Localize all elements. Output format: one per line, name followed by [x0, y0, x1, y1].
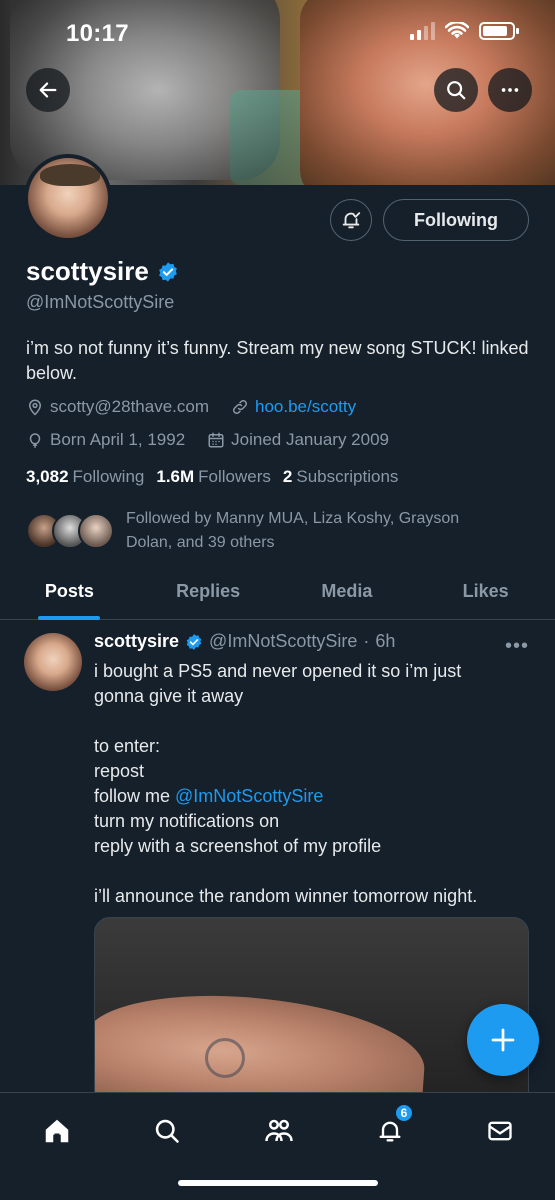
birthday-text: Born April 1, 1992: [50, 430, 186, 449]
home-indicator: [178, 1180, 378, 1186]
home-icon: [45, 1119, 69, 1143]
location-pin-icon: [28, 399, 42, 416]
calendar-icon: [208, 432, 224, 448]
followers-count: 1.6M: [156, 467, 195, 486]
following-button[interactable]: Following: [383, 199, 529, 241]
following-count: 3,082: [26, 467, 69, 486]
arrow-left-icon: [39, 82, 57, 98]
profile-stats: 3,082 Following 1.6M Followers 2 Subscripti…: [26, 467, 398, 487]
birthday-item: Born April 1, 1992: [26, 430, 185, 450]
post-text: i bought a PS5 and never opened it so i’…: [94, 659, 534, 909]
post-line: to enter:: [94, 736, 161, 756]
post-avatar[interactable]: [24, 633, 82, 691]
mail-icon: [488, 1121, 512, 1141]
nav-notifications[interactable]: 6: [368, 1103, 414, 1153]
followers-stat[interactable]: 1.6M Followers: [156, 467, 271, 487]
tab-likes[interactable]: Likes: [416, 566, 555, 619]
profile-bio: i’m so not funny it’s funny. Stream my n…: [26, 338, 529, 383]
profile-tabs: Posts Replies Media Likes: [0, 566, 555, 620]
bell-check-icon: [342, 212, 361, 229]
email-text: scotty@28thave.com: [50, 397, 209, 416]
nav-messages[interactable]: [478, 1109, 522, 1153]
subscriptions-label: Subscriptions: [296, 467, 399, 486]
link-icon: [232, 399, 248, 415]
joined-text: Joined January 2009: [231, 430, 389, 449]
profile-avatar[interactable]: [24, 154, 112, 242]
followed-by-row[interactable]: Followed by Manny MUA, Liza Koshy, Grays…: [26, 507, 506, 555]
post-line-text: follow me: [94, 786, 176, 806]
profile-display-name: scottysire: [26, 256, 179, 287]
verified-badge-icon[interactable]: [157, 261, 179, 283]
post-author-handle: @ImNotScottySire: [209, 631, 358, 651]
post-line-mention: follow me @ImNotScottySire: [94, 784, 534, 809]
profile-meta-row-2: Born April 1, 1992 Joined January 2009: [26, 430, 389, 450]
status-bar: 10:17: [0, 0, 555, 60]
search-icon: [155, 1119, 179, 1143]
status-time: 10:17: [66, 20, 129, 47]
nav-home[interactable]: [35, 1109, 79, 1153]
status-icons: [410, 22, 519, 40]
tab-replies[interactable]: Replies: [139, 566, 278, 619]
post-line: turn my notifications on: [94, 811, 280, 831]
media-tattoo-shape: [205, 1038, 245, 1078]
subscriptions-stat[interactable]: 2 Subscriptions: [283, 467, 399, 487]
joined-item: Joined January 2009: [207, 430, 389, 450]
mutual-avatars: [26, 513, 114, 549]
notifications-toggle-button[interactable]: [330, 199, 372, 241]
followers-label: Followers: [198, 467, 271, 486]
post-time: 6h: [375, 631, 396, 651]
communities-icon: [265, 1119, 293, 1142]
signal-icon: [410, 22, 435, 40]
tab-media[interactable]: Media: [278, 566, 417, 619]
post-line: [94, 709, 534, 734]
post-media-image[interactable]: [94, 917, 529, 1107]
post-line: reply with a screenshot of my profile: [94, 836, 382, 856]
profile-meta-row-1: scotty@28thave.com hoo.be/scotty: [26, 397, 356, 417]
battery-icon: [479, 22, 519, 40]
compose-post-button[interactable]: [467, 1004, 539, 1076]
display-name-text: scottysire: [26, 256, 149, 286]
balloon-icon: [29, 433, 41, 449]
more-horizontal-icon: [501, 88, 519, 92]
nav-search[interactable]: [145, 1109, 189, 1153]
subscriptions-count: 2: [282, 467, 293, 486]
post-author-name[interactable]: scottysire: [94, 631, 179, 652]
search-icon: [447, 81, 466, 100]
notifications-badge: 6: [394, 1103, 414, 1123]
link-item[interactable]: hoo.be/scotty: [231, 397, 356, 417]
post-header: scottysire @ImNotScottySire · 6h: [94, 631, 395, 652]
more-button[interactable]: [488, 68, 532, 112]
post-separator: ·: [363, 631, 370, 651]
back-button[interactable]: [26, 68, 70, 112]
email-item: scotty@28thave.com: [26, 397, 209, 417]
search-button[interactable]: [434, 68, 478, 112]
following-stat[interactable]: 3,082 Following: [26, 467, 144, 487]
post-line: i’ll announce the random winner tomorrow…: [94, 886, 478, 906]
post-mention-link[interactable]: @ImNotScottySire: [175, 786, 323, 806]
profile-handle: @ImNotScottySire: [26, 292, 175, 312]
plus-icon: [491, 1028, 515, 1052]
post-line: repost: [94, 761, 145, 781]
followed-by-text: Followed by Manny MUA, Liza Koshy, Grays…: [126, 510, 460, 551]
wifi-icon: [445, 22, 469, 39]
following-label: Following: [72, 467, 145, 486]
tab-posts[interactable]: Posts: [0, 566, 139, 619]
post-line: i bought a PS5 and never opened it so i’…: [94, 661, 462, 681]
nav-communities[interactable]: [257, 1109, 301, 1153]
profile-link[interactable]: hoo.be/scotty: [255, 397, 356, 417]
avatar: [78, 513, 114, 549]
media-arm-shape: [95, 986, 429, 1106]
post-line: [94, 859, 534, 884]
post-line: gonna give it away: [94, 686, 244, 706]
verified-badge-icon: [186, 633, 202, 650]
post-more-icon[interactable]: •••: [505, 635, 529, 658]
